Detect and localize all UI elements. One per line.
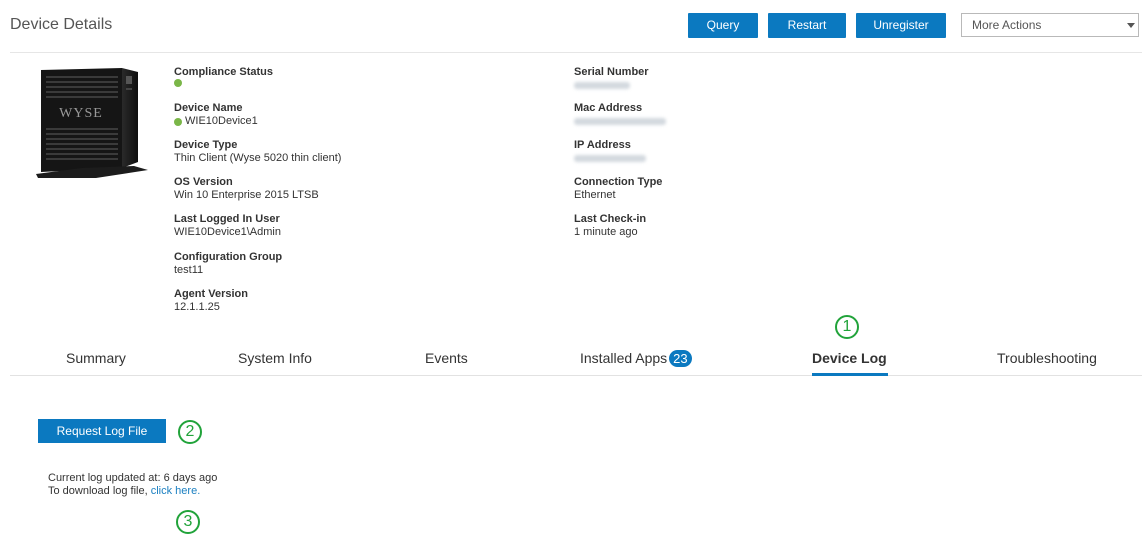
mac-address-field: Mac Address — [574, 102, 666, 125]
tabs-divider — [10, 375, 1142, 376]
device-name-value: WIE10Device1 — [185, 115, 258, 127]
thin-client-device-image: WYSE — [36, 68, 148, 178]
tab-system-info[interactable]: System Info — [238, 350, 312, 370]
device-brand-text: WYSE — [59, 106, 103, 121]
unregister-button[interactable]: Unregister — [856, 13, 946, 38]
more-actions-dropdown[interactable]: More Actions — [961, 13, 1139, 37]
serial-number-redacted — [574, 82, 630, 89]
chevron-down-icon — [1127, 23, 1135, 28]
last-check-in-field: Last Check-in 1 minute ago — [574, 213, 647, 238]
os-version-field: OS Version Win 10 Enterprise 2015 LTSB — [174, 176, 319, 201]
download-log-link[interactable]: click here. — [151, 485, 201, 497]
mac-address-redacted — [574, 118, 666, 125]
log-download-line: To download log file, click here. — [48, 485, 200, 498]
header-divider — [10, 52, 1142, 53]
device-name-field: Device Name WIE10Device1 — [174, 102, 258, 127]
query-button[interactable]: Query — [688, 13, 758, 38]
last-logged-in-user-field: Last Logged In User WIE10Device1\Admin — [174, 213, 281, 238]
compliance-status-field: Compliance Status — [174, 66, 273, 87]
device-type-field: Device Type Thin Client (Wyse 5020 thin … — [174, 139, 342, 164]
more-actions-label: More Actions — [972, 18, 1042, 32]
callout-marker-3: 3 — [176, 510, 200, 534]
callout-marker-2: 2 — [178, 420, 202, 444]
log-updated-text: Current log updated at: 6 days ago — [48, 472, 218, 484]
log-download-prefix: To download log file, — [48, 485, 151, 497]
restart-button[interactable]: Restart — [768, 13, 846, 38]
page-title: Device Details — [10, 16, 113, 33]
compliance-status-dot — [174, 79, 182, 87]
configuration-group-field: Configuration Group test11 — [174, 251, 283, 276]
connection-type-field: Connection Type Ethernet — [574, 176, 663, 201]
agent-version-field: Agent Version 12.1.1.25 — [174, 288, 248, 313]
tab-installed-apps[interactable]: Installed Apps 23 — [580, 350, 692, 370]
tab-summary[interactable]: Summary — [66, 350, 126, 370]
tab-installed-apps-label: Installed Apps — [580, 350, 668, 366]
ip-address-field: IP Address — [574, 139, 646, 162]
active-tab-indicator — [812, 373, 888, 376]
serial-number-field: Serial Number — [574, 66, 649, 89]
tab-events[interactable]: Events — [425, 350, 468, 370]
callout-marker-1: 1 — [835, 315, 859, 339]
request-log-file-button[interactable]: Request Log File — [38, 419, 166, 443]
installed-apps-count-badge: 23 — [669, 350, 692, 367]
device-online-dot — [174, 117, 182, 126]
tab-troubleshooting[interactable]: Troubleshooting — [997, 350, 1097, 370]
ip-address-redacted — [574, 155, 646, 162]
tab-device-log[interactable]: Device Log — [812, 350, 887, 370]
